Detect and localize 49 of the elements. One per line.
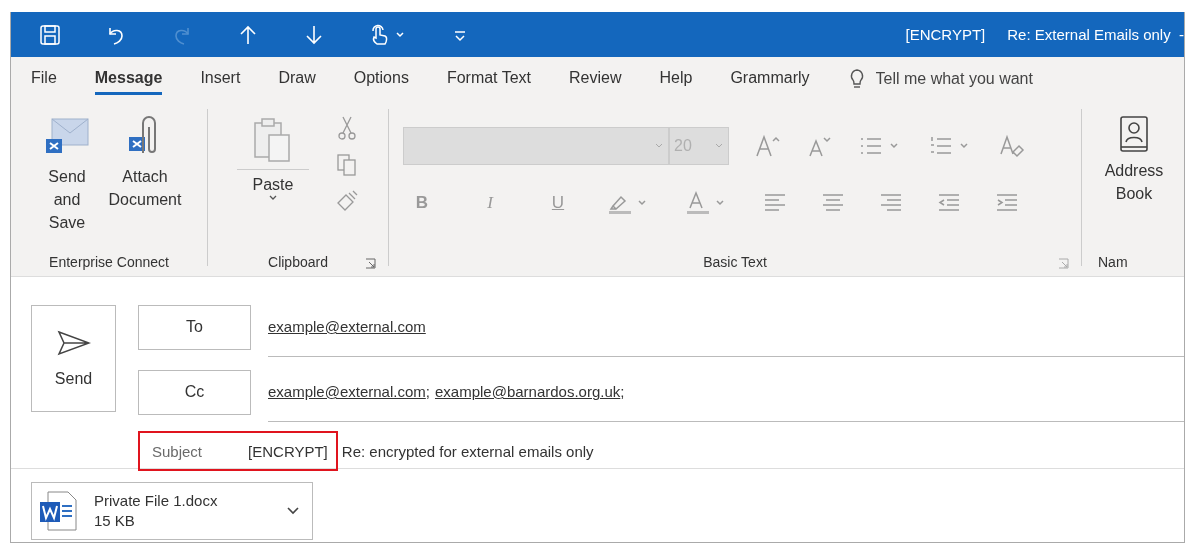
ribbon-tab[interactable]: Draw — [278, 63, 316, 95]
down-button[interactable] — [303, 23, 325, 46]
ribbon-tab[interactable]: File — [31, 63, 57, 95]
attachment-name: Private File 1.docx — [94, 491, 219, 511]
send-button[interactable]: Send — [31, 305, 116, 412]
word-document-icon — [38, 490, 78, 532]
copy-icon[interactable] — [336, 153, 358, 177]
send-and-save-button[interactable]: Send and Save — [31, 115, 103, 234]
attach-document-button[interactable]: Attach Document — [103, 115, 187, 211]
address-book-button[interactable]: Address Book — [1098, 115, 1170, 205]
recipient-field[interactable]: example@external.com — [268, 297, 1184, 357]
to-button[interactable]: To — [138, 304, 251, 350]
attachment-card[interactable]: Private File 1.docx 15 KB — [31, 482, 313, 540]
subject-label: Subject — [152, 442, 203, 460]
recipient-link[interactable]: example@external.com — [268, 318, 426, 335]
attachment-size: 15 KB — [94, 511, 136, 531]
ribbon-tab[interactable]: Review — [569, 63, 622, 95]
separator-text: ; — [620, 383, 625, 400]
save-button[interactable] — [39, 23, 61, 46]
ribbon-tab[interactable]: Options — [353, 63, 409, 95]
group-label: Basic Text — [703, 254, 767, 272]
down-arrow-icon — [303, 23, 325, 46]
save-icon — [39, 23, 61, 46]
dialog-launcher-icon[interactable] — [365, 258, 376, 269]
group-label: Clipboard — [268, 254, 328, 272]
scissors-icon[interactable] — [338, 115, 356, 141]
ribbon-tab[interactable]: Message — [94, 63, 163, 95]
group-label: Enterprise Connect — [49, 254, 169, 272]
title-tag: [ENCRYPT] — [905, 26, 986, 43]
separator-text: ; — [425, 383, 430, 400]
cc-button[interactable]: Cc — [138, 369, 251, 415]
window-title: Re: External Emails only - — [1007, 26, 1184, 43]
ribbon-tab[interactable]: Grammarly — [730, 63, 810, 95]
chevron-down-icon[interactable] — [286, 506, 300, 516]
caret-icon — [714, 142, 724, 150]
paste-button[interactable]: Paste — [237, 115, 309, 202]
ribbon-tab[interactable]: Format Text — [446, 63, 532, 95]
address-book-icon — [1117, 115, 1151, 155]
group-label: Nam — [1098, 254, 1128, 272]
send-icon — [56, 329, 91, 356]
caret-icon — [654, 142, 664, 150]
ribbon-tab[interactable]: Insert — [200, 63, 241, 95]
recipient-link[interactable]: example@external.com — [268, 383, 426, 400]
tell-me-field[interactable]: Tell me what you want — [847, 68, 1066, 90]
caret-icon — [268, 194, 278, 202]
subject-field[interactable]: Re: encrypted for external emails only — [341, 442, 594, 460]
recipient-field[interactable]: example@external.com; example@barnardos.org.uk; — [268, 362, 1184, 422]
ribbon-tab[interactable]: Help — [659, 63, 693, 95]
subject-tag: [ENCRYPT] — [248, 442, 328, 460]
